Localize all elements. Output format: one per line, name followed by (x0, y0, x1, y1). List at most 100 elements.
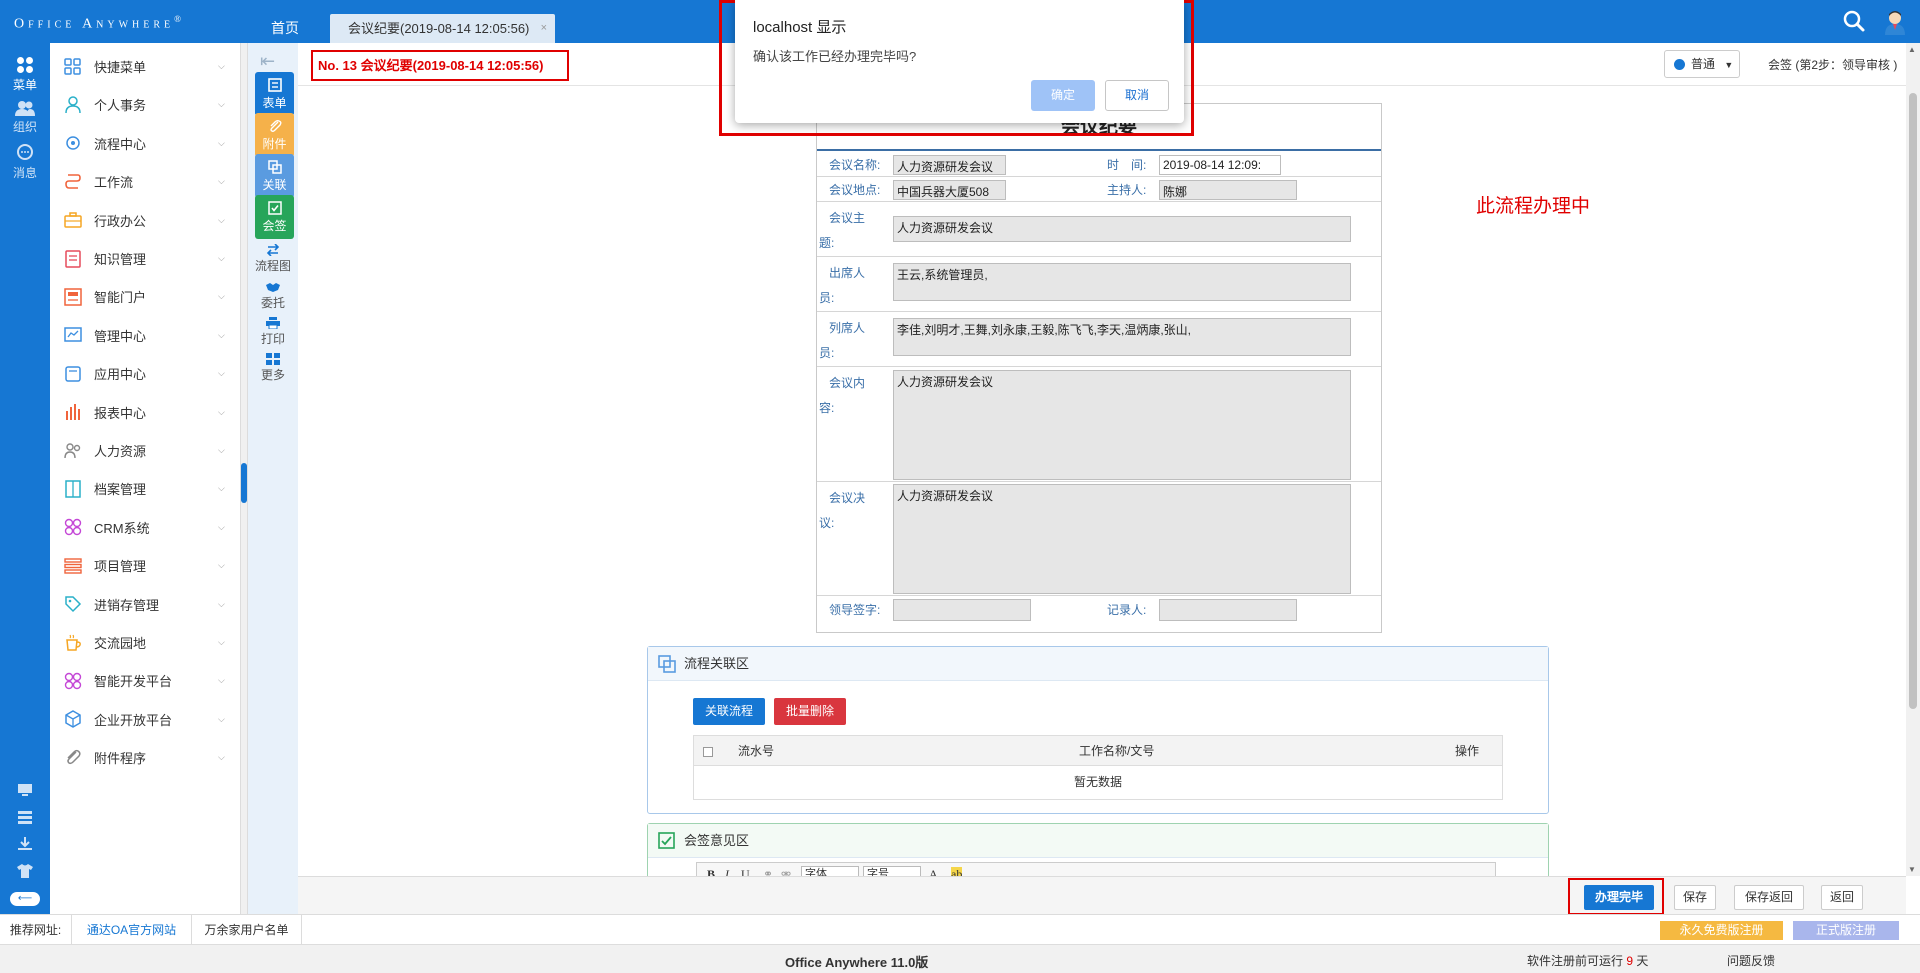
meeting-topic-field[interactable]: 人力资源研发会议 (893, 216, 1351, 242)
paperclip-icon (269, 119, 281, 133)
unlink-icon[interactable]: ⚮ (781, 867, 791, 876)
tool-more-label: 更多 (260, 368, 285, 382)
mode-dot-icon (1674, 59, 1685, 70)
tool-delegate-label: 委托 (260, 296, 285, 310)
italic-button[interactable]: I (725, 867, 729, 876)
menu-item-label: 报表中心 (94, 405, 147, 421)
scrollbar-thumb[interactable] (1909, 93, 1917, 709)
tab-home[interactable]: 首页 (255, 14, 315, 43)
user-avatar-icon[interactable] (1882, 9, 1908, 35)
tool-print[interactable]: 打印 (248, 317, 298, 347)
collapse-strip-button[interactable]: ⟵ (10, 892, 40, 906)
official-register-button[interactable]: 正式版注册 (1793, 921, 1899, 940)
tool-flowchart[interactable]: 流程图 (248, 244, 298, 274)
content-field[interactable]: 人力资源研发会议 (893, 370, 1351, 480)
menu-item-label: 项目管理 (94, 559, 147, 575)
form-row-attendees: 出席人 员: 王云,系统管理员, (817, 257, 1381, 312)
highlight-button[interactable]: ab (951, 867, 963, 876)
search-icon[interactable] (1842, 9, 1866, 33)
attendees-label-2: 员: (819, 291, 835, 305)
menu-item-label: 企业开放平台 (94, 712, 173, 728)
people-icon (64, 442, 82, 460)
select-all-checkbox[interactable] (703, 747, 713, 757)
flower-icon (64, 518, 82, 536)
dialog-cancel-button[interactable]: 取消 (1105, 80, 1169, 111)
observers-field[interactable]: 李佳,刘明才,王舞,刘永康,王毅,陈飞飞,李天,温炳康,张山, (893, 318, 1351, 356)
trial-prefix: 软件注册前可运行 (1527, 954, 1624, 968)
underline-button[interactable]: U (741, 867, 750, 876)
attendees-field[interactable]: 王云,系统管理员, (893, 263, 1351, 301)
scroll-down-icon[interactable]: ▼ (1908, 865, 1916, 874)
vertical-scrollbar[interactable]: ▲ ▼ (1906, 43, 1920, 876)
leader-sign-field[interactable] (893, 599, 1031, 621)
tab-close-icon[interactable]: × (541, 14, 547, 43)
batch-delete-button[interactable]: 批量删除 (774, 698, 846, 725)
mode-label: 普通 (1691, 57, 1716, 71)
meeting-host-label: 主持人: (1107, 183, 1147, 197)
strip-item-org[interactable]: 组织 (0, 100, 50, 135)
font-select[interactable]: 字体 (801, 866, 859, 876)
download-icon[interactable] (0, 837, 50, 854)
mode-dropdown[interactable]: 普通 ▼ (1664, 50, 1740, 78)
strip-item-message[interactable]: 消息 (0, 144, 50, 181)
chevron-down-icon: ⌵ (218, 713, 225, 724)
strip-label-org: 组织 (12, 120, 37, 134)
save-return-button[interactable]: 保存返回 (1734, 885, 1804, 910)
meeting-name-field[interactable]: 人力资源研发会议 (893, 155, 1006, 175)
meeting-form: 会议纪要 会议名称: 人力资源研发会议 时 间: 2019-08-14 12:0… (816, 103, 1382, 633)
recorder-field[interactable] (1159, 599, 1297, 621)
monitor-icon[interactable] (0, 783, 50, 800)
strip-item-menu[interactable]: 菜单 (0, 56, 50, 93)
cup-icon (64, 634, 82, 652)
tool-relation-label: 关联 (262, 178, 287, 192)
return-button[interactable]: 返回 (1821, 885, 1863, 910)
menu-item-19[interactable]: 附件程序 ⌵ (50, 734, 240, 781)
tool-relation-button[interactable]: 关联 (255, 154, 294, 198)
tool-countersign-button[interactable]: 会签 (255, 195, 294, 239)
tool-delegate[interactable]: 委托 (248, 281, 298, 311)
col-work-name: 工作名称/文号 (1079, 744, 1155, 758)
save-button[interactable]: 保存 (1674, 885, 1716, 910)
feedback-link[interactable]: 问题反馈 (1727, 952, 1775, 969)
font-color-button[interactable]: A (929, 867, 938, 876)
decision-label-1: 会议决 (829, 491, 866, 505)
shirt-icon[interactable] (0, 864, 50, 881)
tool-form-button[interactable]: 表单 (255, 72, 294, 116)
action-bar: 办理完毕 保存 保存返回 返回 (298, 876, 1906, 915)
meeting-place-field[interactable]: 中国兵器大厦508 (893, 180, 1006, 200)
link-official-site[interactable]: 通达OA官方网站 (72, 915, 192, 945)
collapse-arrow-icon[interactable]: ⇤ (260, 51, 286, 71)
clip-icon (64, 749, 82, 767)
tag-icon (64, 595, 82, 613)
free-register-button[interactable]: 永久免费版注册 (1660, 921, 1783, 940)
size-select[interactable]: 字号 (863, 866, 921, 876)
chart-icon (64, 326, 82, 344)
splitter-handle[interactable] (241, 463, 247, 503)
layers-icon[interactable] (0, 810, 50, 827)
chevron-down-icon: ⌵ (218, 214, 225, 225)
menu-item-label: 应用中心 (94, 367, 147, 383)
countersign-panel-header: 会签意见区 (648, 824, 1548, 858)
main-menu: 快捷菜单 ⌵ 个人事务 ⌵ 流程中心 ⌵ 工作流 ⌵ 行政办公 ⌵ 知识管理 ⌵ 智能门户 ⌵ 管理中心 ⌵ 应… (50, 43, 240, 914)
chevron-down-icon: ⌵ (218, 291, 225, 302)
meeting-time-field[interactable]: 2019-08-14 12:09: (1159, 155, 1281, 175)
bold-button[interactable]: B (707, 867, 715, 876)
decision-field[interactable]: 人力资源研发会议 (893, 484, 1351, 594)
link-icon (658, 655, 676, 673)
complete-button[interactable]: 办理完毕 (1584, 885, 1654, 910)
tool-attachment-button[interactable]: 附件 (255, 113, 294, 157)
more-icon (266, 353, 280, 365)
meeting-host-field[interactable]: 陈娜 (1159, 180, 1297, 200)
form-row-name-time: 会议名称: 人力资源研发会议 时 间: 2019-08-14 12:09: (817, 153, 1381, 177)
decision-label-2: 议: (819, 516, 835, 530)
link-user-list[interactable]: 万余家用户名单 (192, 915, 302, 945)
menu-item-label: 交流园地 (94, 636, 147, 651)
scroll-up-icon[interactable]: ▲ (1908, 45, 1916, 54)
processing-status: 此流程办理中 (1476, 196, 1591, 217)
dialog-ok-button[interactable]: 确定 (1031, 80, 1095, 111)
tool-more[interactable]: 更多 (248, 353, 298, 383)
people-icon (15, 101, 35, 116)
tab-meeting-minutes[interactable]: 会议纪要(2019-08-14 12:05:56) × (330, 14, 555, 43)
link-flow-button[interactable]: 关联流程 (693, 698, 765, 725)
link-icon[interactable]: ⚭ (763, 867, 773, 876)
